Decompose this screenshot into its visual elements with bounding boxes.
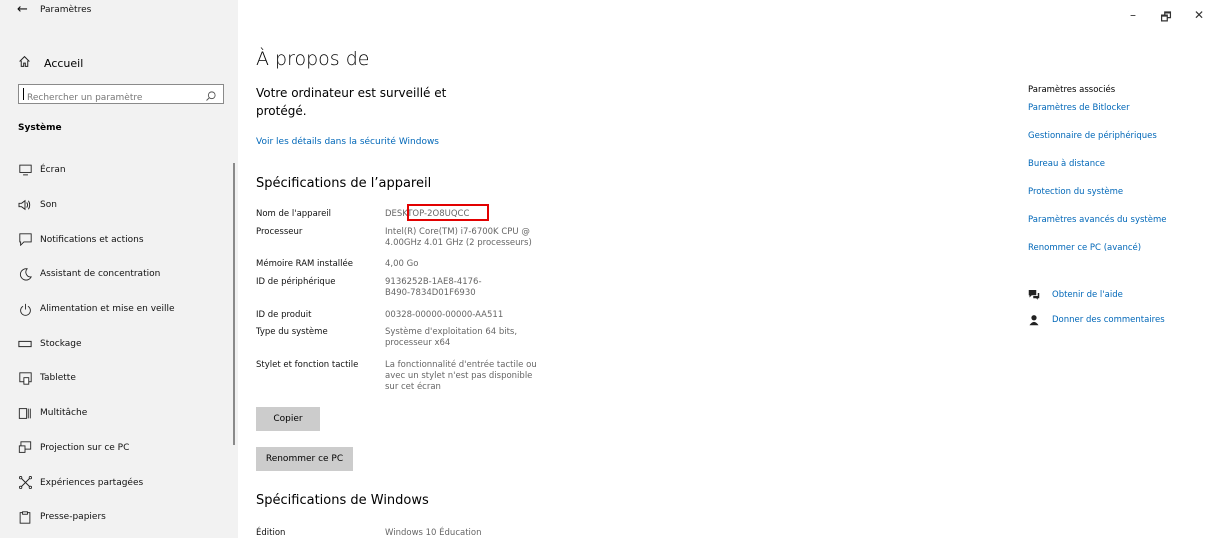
security-details-link[interactable]: Voir les détails dans la sécurité Window…: [256, 137, 439, 147]
back-arrow-icon[interactable]: ←: [17, 2, 28, 17]
remote-desktop-link[interactable]: Bureau à distance: [1028, 159, 1105, 169]
spec-label: Nom de l'appareil: [256, 209, 332, 219]
sidebar-item-son[interactable]: Son: [0, 188, 238, 223]
sidebar-item-label: Tablette: [40, 373, 76, 384]
moon-icon: [18, 267, 32, 281]
restore-icon[interactable]: 🗗: [1159, 8, 1173, 29]
spec-label: ID de produit: [256, 310, 312, 320]
sidebar-item-label: Alimentation et mise en veille: [40, 304, 175, 315]
minimize-icon[interactable]: –: [1126, 8, 1140, 29]
sidebar-item-projection[interactable]: Projection sur ce PC: [0, 431, 238, 466]
device-name-highlight-box: [407, 204, 489, 221]
speaker-icon: [18, 198, 32, 212]
copy-button[interactable]: Copier: [256, 407, 320, 431]
sidebar-item-label: Stockage: [40, 338, 82, 349]
spec-label: Mémoire RAM installée: [256, 259, 353, 269]
spec-value: Windows 10 Éducation: [385, 528, 482, 538]
close-icon[interactable]: ✕: [1192, 8, 1206, 29]
sidebar-item-label: Accueil: [44, 56, 84, 70]
sidebar-item-label: Assistant de concentration: [40, 269, 161, 280]
multitask-icon: [18, 406, 32, 420]
security-status-message: Votre ordinateur est surveillé et protég…: [256, 86, 447, 118]
sidebar: ← Paramètres Accueil Système Écran Son N…: [0, 0, 238, 538]
spec-value: 9136252B-1AE8-4176- B490-7834D01F6930: [385, 277, 482, 298]
sidebar-item-tablette[interactable]: Tablette: [0, 361, 238, 396]
power-icon: [18, 302, 32, 316]
storage-icon: [18, 337, 32, 351]
sidebar-item-stockage[interactable]: Stockage: [0, 326, 238, 361]
window-title: Paramètres: [40, 5, 92, 15]
sidebar-item-label: Notifications et actions: [40, 234, 144, 245]
spec-value: 00328-00000-00000-AA511: [385, 310, 504, 320]
advanced-system-settings-link[interactable]: Paramètres avancés du système: [1028, 215, 1166, 225]
projection-icon: [18, 441, 32, 455]
text-cursor: [23, 88, 24, 100]
sidebar-item-notifications[interactable]: Notifications et actions: [0, 222, 238, 257]
search-box[interactable]: [18, 84, 224, 107]
spec-label: Stylet et fonction tactile: [256, 360, 359, 370]
bitlocker-settings-link[interactable]: Paramètres de Bitlocker: [1028, 103, 1130, 113]
help-chat-icon: [1028, 289, 1042, 300]
sidebar-item-concentration[interactable]: Assistant de concentration: [0, 257, 238, 292]
spec-value: La fonctionnalité d'entrée tactile ou av…: [385, 360, 537, 392]
sidebar-item-multitache[interactable]: Multitâche: [0, 396, 238, 431]
spec-label: Type du système: [256, 327, 328, 337]
window-controls: – 🗗 ✕: [1126, 8, 1206, 29]
sidebar-scrollbar[interactable]: [233, 163, 235, 445]
sidebar-item-home[interactable]: Accueil: [18, 55, 83, 71]
sidebar-item-label: Projection sur ce PC: [40, 442, 130, 453]
give-feedback-link[interactable]: Donner des commentaires: [1028, 314, 1165, 326]
notification-icon: [18, 233, 32, 247]
tablet-icon: [18, 371, 32, 385]
help-link-label: Obtenir de l'aide: [1052, 289, 1123, 300]
sidebar-item-label: Multitâche: [40, 408, 88, 419]
clipboard-icon: [18, 510, 32, 524]
device-manager-link[interactable]: Gestionnaire de périphériques: [1028, 131, 1157, 141]
sidebar-item-ecran[interactable]: Écran: [0, 153, 238, 188]
sidebar-item-label: Son: [40, 200, 57, 211]
rename-pc-button[interactable]: Renommer ce PC: [256, 447, 353, 471]
spec-value: 4,00 Go: [385, 259, 419, 269]
spec-label: Édition: [256, 528, 286, 538]
device-specs-heading: Spécifications de l’appareil: [256, 176, 432, 191]
sidebar-item-label: Presse-papiers: [40, 512, 106, 523]
help-link-label: Donner des commentaires: [1052, 315, 1165, 325]
spec-label: Processeur: [256, 227, 303, 237]
shared-icon: [18, 476, 32, 490]
feedback-icon: [1028, 314, 1042, 326]
sidebar-item-label: Écran: [40, 165, 66, 176]
search-icon[interactable]: [205, 87, 217, 106]
windows-specs-heading: Spécifications de Windows: [256, 493, 429, 508]
sidebar-item-label: Expériences partagées: [40, 477, 144, 488]
page-title: À propos de: [256, 48, 370, 70]
rename-pc-advanced-link[interactable]: Renommer ce PC (avancé): [1028, 243, 1141, 253]
section-title: Système: [18, 123, 62, 133]
sidebar-item-presse-papiers[interactable]: Presse-papiers: [0, 500, 238, 535]
spec-label: ID de périphérique: [256, 277, 336, 287]
search-input[interactable]: [25, 89, 204, 107]
monitor-icon: [18, 163, 32, 177]
sidebar-item-alimentation[interactable]: Alimentation et mise en veille: [0, 292, 238, 327]
spec-value: Système d'exploitation 64 bits, processe…: [385, 327, 518, 348]
get-help-link[interactable]: Obtenir de l'aide: [1028, 289, 1123, 300]
system-protection-link[interactable]: Protection du système: [1028, 187, 1123, 197]
sidebar-nav: Écran Son Notifications et actions Assis…: [0, 153, 238, 535]
related-settings-heading: Paramètres associés: [1028, 85, 1116, 95]
home-icon: [18, 55, 34, 71]
sidebar-item-experiences[interactable]: Expériences partagées: [0, 465, 238, 500]
spec-value: Intel(R) Core(TM) i7-6700K CPU @ 4.00GHz…: [385, 227, 532, 248]
